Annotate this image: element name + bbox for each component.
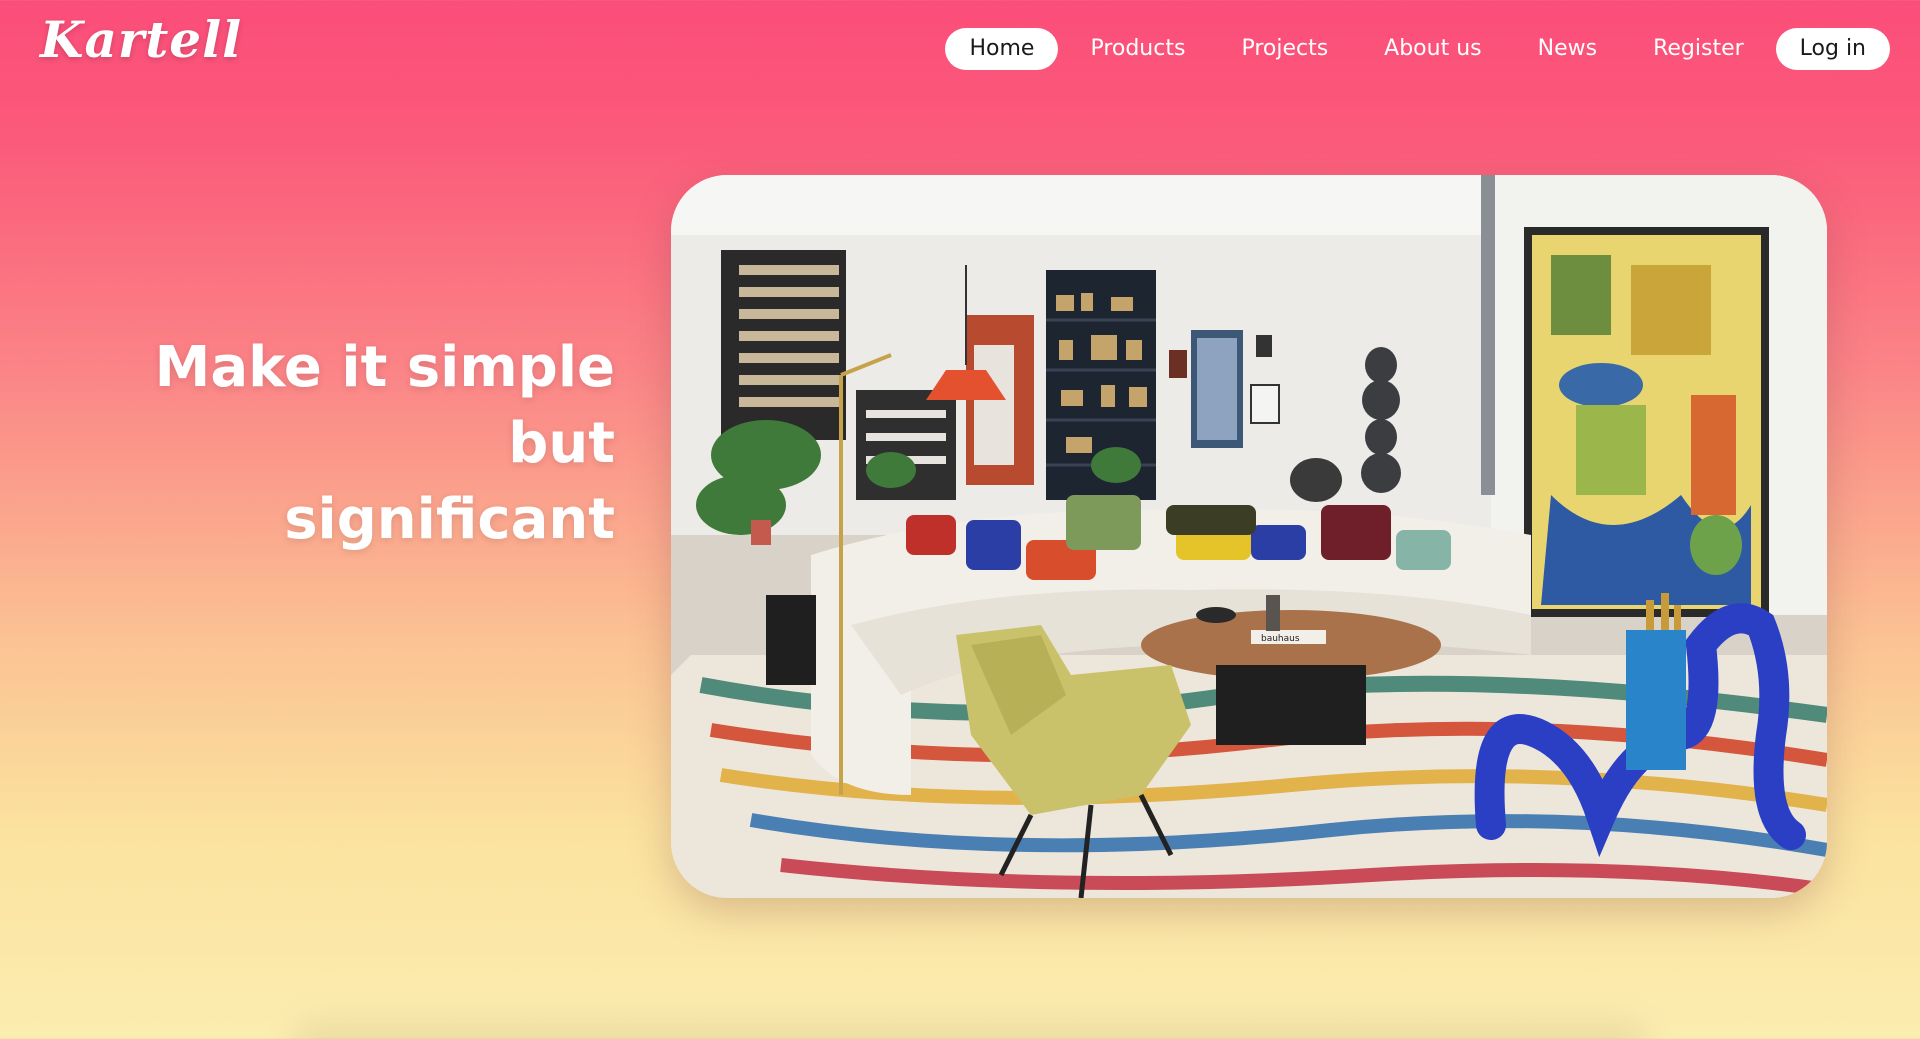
top-navbar: Kartell Home Products Projects About us … — [0, 0, 1920, 100]
main-nav: Home Products Projects About us News Reg… — [937, 28, 1890, 70]
hero-heading: Make it simple but significant — [60, 330, 615, 558]
wall-painting — [1524, 227, 1769, 617]
brand-logo[interactable]: Kartell — [40, 10, 242, 69]
login-button[interactable]: Log in — [1775, 28, 1890, 70]
svg-text:bauhaus: bauhaus — [1261, 634, 1300, 644]
hero-heading-line-1: Make it simple but — [154, 335, 615, 476]
nav-products-link[interactable]: Products — [1066, 28, 1209, 70]
nav-register-link[interactable]: Register — [1629, 28, 1768, 70]
next-section-shadow — [290, 1020, 1650, 1039]
nav-about-link[interactable]: About us — [1360, 28, 1505, 70]
nav-projects-link[interactable]: Projects — [1217, 28, 1352, 70]
hero-heading-line-2: significant — [284, 487, 615, 552]
hero-image: bauhaus — [671, 175, 1827, 898]
living-room-illustration: bauhaus — [671, 175, 1827, 898]
nav-news-link[interactable]: News — [1514, 28, 1621, 70]
nav-home-link[interactable]: Home — [945, 28, 1059, 70]
